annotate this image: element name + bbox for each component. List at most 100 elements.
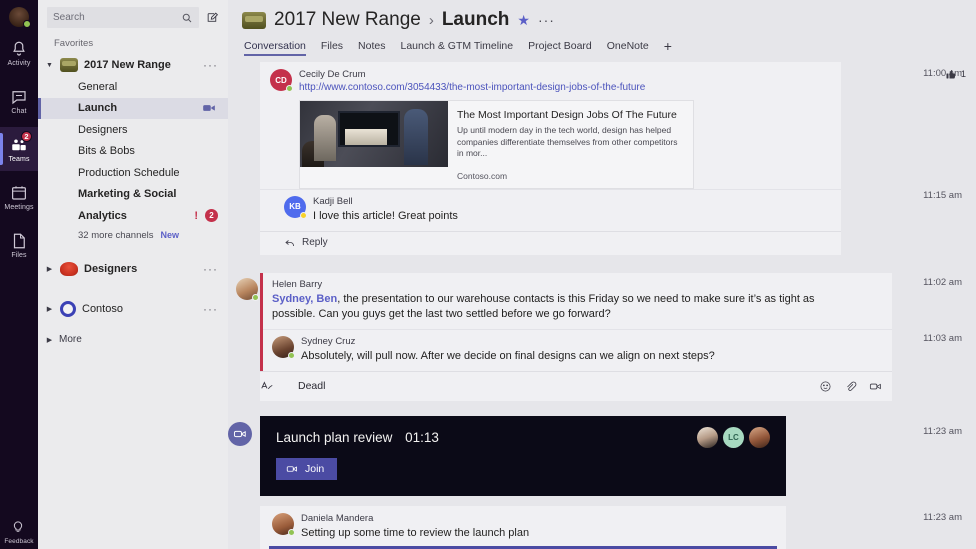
reaction-group[interactable]: 1 [945,68,966,80]
sidebar-item-launch[interactable]: Launch [38,97,228,119]
link-preview-body: The Most Important Design Jobs Of The Fu… [448,101,693,188]
tab-conversation[interactable]: Conversation [244,40,306,56]
header-overflow-icon[interactable]: ··· [538,12,555,28]
message-meeting-launch-plan-review: 11:23 am Launch plan review 01:13 LC Joi… [228,415,976,496]
team-header-designers[interactable]: ▶ Designers ··· [38,258,228,280]
reply-text: Absolutely, will pull now. After we deci… [301,349,715,362]
meet-now-icon[interactable] [869,380,882,393]
sidebar-item-designers[interactable]: Designers [38,119,228,141]
chevron-right-icon[interactable]: ▶ [45,305,54,313]
rail-label-feedback: Feedback [4,538,34,545]
meeting-card-wrapper: Launch plan review 01:13 LC Join [228,415,786,496]
avatar[interactable] [272,512,295,536]
event-card-marketing-review[interactable]: Marketing review Thursday, 15th @ 11:25 … [269,545,777,549]
team-overflow-icon[interactable]: ··· [203,262,228,276]
presence-indicator [288,351,295,359]
sidebar-more-button[interactable]: ▶ More [38,330,228,350]
chevron-right-icon[interactable]: ▶ [45,265,54,273]
user-avatar[interactable] [9,7,31,28]
more-channels-row[interactable]: 32 more channels New [38,227,228,244]
message-link[interactable]: http://www.contoso.com/3054433/the-most-… [299,81,831,95]
tab-project-board[interactable]: Project Board [528,40,592,56]
link-preview-card[interactable]: The Most Important Design Jobs Of The Fu… [299,100,694,189]
rail-item-chat[interactable]: Chat [0,79,38,123]
rail-item-files[interactable]: Files [0,223,38,267]
sofa-icon [242,11,266,29]
meeting-card[interactable]: Launch plan review 01:13 LC Join [260,415,786,496]
sidebar-item-production-schedule[interactable]: Production Schedule [38,162,228,184]
join-meeting-button[interactable]: Join [276,457,338,480]
channel-label: Marketing & Social [78,188,177,201]
sidebar-item-analytics[interactable]: Analytics ! 2 [38,205,228,227]
link-preview-source: Contoso.com [457,170,508,181]
channel-label: Designers [78,123,128,136]
participant-avatar[interactable]: LC [723,426,744,448]
more-label: More [59,334,82,345]
favorites-label: Favorites [54,38,94,49]
reply-text: I love this article! Great points [313,209,458,222]
new-chat-icon[interactable] [206,11,219,24]
team-overflow-icon[interactable]: ··· [203,58,228,72]
message-sender: Cecily De Crum [299,69,366,80]
files-icon [10,232,28,250]
reply-button[interactable]: Reply [260,230,841,255]
chat-icon [10,88,28,106]
presence-indicator [288,528,295,536]
participant-avatar[interactable] [697,426,718,448]
avatar[interactable]: KB [284,195,307,219]
sidebar-item-bits-and-bobs[interactable]: Bits & Bobs [38,141,228,163]
avatar[interactable] [236,277,259,301]
meeting-duration: 01:13 [405,429,439,445]
format-text-icon[interactable] [260,379,298,393]
tab-notes[interactable]: Notes [358,40,385,56]
rail-item-teams[interactable]: 2 Teams [0,127,38,171]
lightbulb-icon [10,518,28,536]
message-body: Helen Barry Sydney, Ben, the presentatio… [260,272,892,371]
emoji-icon[interactable] [819,380,832,393]
channel-label: Bits & Bobs [78,145,135,158]
tab-bar: Conversation Files Notes Launch & GTM Ti… [242,38,962,56]
compose-input[interactable]: Deadl [298,380,819,392]
presence-indicator [286,85,293,92]
meeting-participants: LC [697,426,770,448]
team-overflow-icon[interactable]: ··· [203,302,228,316]
avatar[interactable] [272,335,295,359]
attach-icon[interactable] [844,380,857,393]
sidebar-item-marketing-and-social[interactable]: Marketing & Social [38,184,228,206]
participant-avatar[interactable] [749,426,770,448]
more-channels-label: 32 more channels [78,229,154,241]
tab-onenote[interactable]: OneNote [607,40,649,56]
channel-label: Production Schedule [78,166,180,179]
message-compose-box[interactable]: Deadl [260,370,892,401]
mention-names[interactable]: Sydney, Ben [272,293,337,305]
tab-launch-gtm-timeline[interactable]: Launch & GTM Timeline [400,40,513,56]
breadcrumb-team[interactable]: 2017 New Range [274,9,421,31]
tab-files[interactable]: Files [321,40,343,56]
message-daniela-mandera: 11:23 am Daniela Mandera Setting up some… [228,505,976,549]
reply-sender: Kadji Bell [313,195,353,207]
teams-app-window: Activity Chat 2 Teams Meetings Files Fee… [0,0,976,549]
avatar-initials: KB [289,202,301,211]
team-header-2017-new-range[interactable]: ▼ 2017 New Range ··· [38,54,228,76]
message-timestamp: 11:23 am [923,511,962,523]
team-header-contoso[interactable]: ▶ Contoso ··· [38,298,228,320]
avatar[interactable]: CD [270,69,293,92]
conversation-feed[interactable]: 11:00 am CD Cecily De Crum http://www.co… [228,62,976,549]
thumbs-up-icon[interactable] [945,68,957,80]
chevron-down-icon[interactable]: ▼ [45,62,54,69]
rail-item-activity[interactable]: Activity [0,31,38,75]
bell-icon [10,40,28,58]
video-camera-icon [286,463,298,475]
search-placeholder: Search [53,12,85,23]
add-tab-button[interactable]: + [664,38,672,56]
search-input[interactable]: Search [47,7,199,28]
rail-label-files: Files [11,251,27,259]
sidebar-item-general[interactable]: General [38,76,228,98]
rail-item-feedback[interactable]: Feedback [0,518,38,545]
rail-item-meetings[interactable]: Meetings [0,175,38,219]
rail-label-teams: Teams [8,155,30,163]
video-camera-icon[interactable] [202,101,216,115]
message-helen-barry: 11:02 am @ Helen Barry Sydney, Ben, the … [228,272,976,401]
star-icon[interactable]: ★ [517,12,530,29]
rail-label-meetings: Meetings [4,203,34,211]
